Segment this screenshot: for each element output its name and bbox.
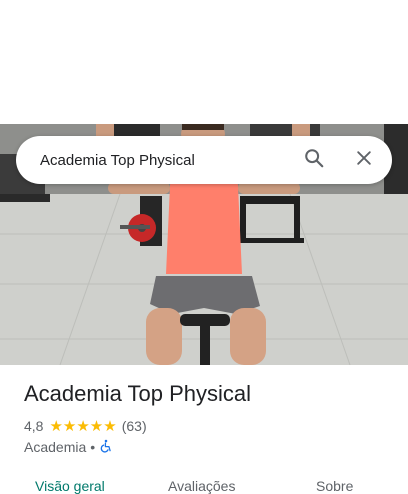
tab-bar: Visão geral Avaliações Sobre [0, 470, 408, 494]
separator: • [90, 439, 96, 455]
review-count[interactable]: (63) [122, 418, 147, 434]
place-title: Academia Top Physical [24, 381, 252, 406]
search-input[interactable]: Academia Top Physical [40, 152, 294, 169]
tab-about[interactable]: Sobre [316, 478, 353, 494]
search-icon [303, 147, 325, 174]
search-bar[interactable]: Academia Top Physical [16, 136, 392, 184]
tab-overview[interactable]: Visão geral [35, 478, 105, 494]
search-button[interactable] [294, 140, 334, 180]
wheelchair-icon [99, 439, 113, 456]
rating-row[interactable]: 4,8 ★★★★★ (63) [24, 417, 147, 435]
clear-button[interactable] [344, 140, 384, 180]
rating-value: 4,8 [24, 418, 44, 434]
place-category: Academia [24, 439, 87, 455]
tab-reviews[interactable]: Avaliações [168, 478, 235, 494]
star-rating-icon: ★★★★★ [49, 418, 117, 435]
category-row: Academia • [24, 438, 113, 456]
close-icon [354, 148, 374, 173]
